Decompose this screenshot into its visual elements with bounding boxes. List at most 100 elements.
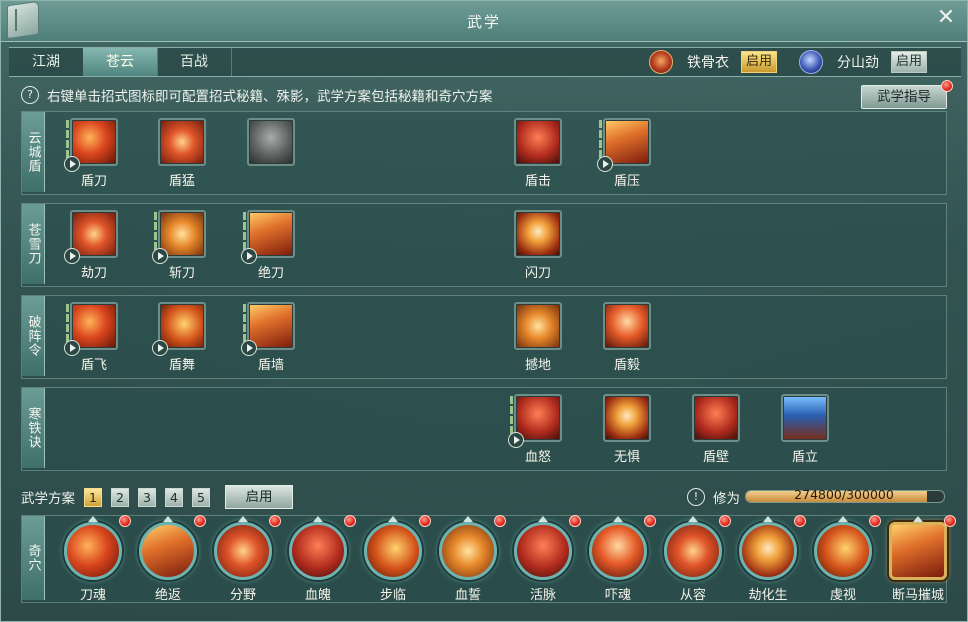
play-icon[interactable] — [597, 156, 613, 172]
qixue-point[interactable]: 血誓 — [435, 515, 506, 603]
play-icon[interactable] — [64, 340, 80, 356]
qixue-icon[interactable] — [664, 515, 731, 580]
skill-slot[interactable]: 盾飞 — [64, 302, 124, 373]
qixue-icon[interactable] — [739, 515, 806, 580]
qixue-icon[interactable] — [439, 515, 506, 580]
skill-icon[interactable] — [152, 210, 206, 264]
help-icon[interactable]: ? — [21, 86, 39, 104]
play-icon[interactable] — [152, 340, 168, 356]
skill-slot[interactable]: 盾刀 — [64, 118, 124, 189]
play-icon[interactable] — [64, 248, 80, 264]
skill-icon[interactable] — [597, 118, 651, 172]
info-icon[interactable]: ! — [687, 488, 705, 506]
expand-arrow-icon[interactable] — [763, 516, 773, 522]
skill-icon[interactable] — [514, 210, 562, 258]
skill-slot[interactable]: 盾壁 — [686, 394, 746, 465]
qixue-point[interactable]: 劫化生 — [735, 515, 806, 603]
expand-arrow-icon[interactable] — [163, 516, 173, 522]
plan-apply-button[interactable]: 启用 — [225, 485, 293, 509]
skill-icon[interactable] — [692, 394, 740, 442]
qixue-point[interactable]: 活脉 — [510, 515, 581, 603]
skill-slot[interactable]: 无惧 — [597, 394, 657, 465]
qixue-icon[interactable] — [64, 515, 131, 580]
play-icon[interactable] — [64, 156, 80, 172]
expand-arrow-icon[interactable] — [463, 516, 473, 522]
qixue-icon[interactable] — [514, 515, 581, 580]
expand-arrow-icon[interactable] — [613, 516, 623, 522]
qixue-icon[interactable] — [289, 515, 356, 580]
expand-arrow-icon[interactable] — [313, 516, 323, 522]
skill-slot[interactable]: 斩刀 — [152, 210, 212, 281]
skill-slot-locked[interactable] — [241, 118, 301, 170]
expand-arrow-icon[interactable] — [913, 516, 923, 522]
skill-slot[interactable]: 闪刀 — [508, 210, 568, 281]
expand-arrow-icon[interactable] — [838, 516, 848, 522]
qixue-point[interactable]: 分野 — [210, 515, 281, 603]
skill-icon[interactable] — [603, 302, 651, 350]
skill-icon[interactable] — [781, 394, 829, 442]
qixue-point[interactable]: 从容 — [660, 515, 731, 603]
plan-number-1[interactable]: 1 — [84, 487, 102, 507]
skill-label: 盾压 — [613, 174, 640, 189]
skill-slot[interactable]: 血怒 — [508, 394, 568, 465]
qixue-icon[interactable] — [889, 515, 956, 580]
martial-guide-button[interactable]: 武学指导 — [861, 85, 947, 109]
qixue-icon[interactable] — [589, 515, 656, 580]
qixue-point[interactable]: 断马摧城 — [885, 515, 956, 603]
skill-icon[interactable] — [603, 394, 651, 442]
qixue-icon[interactable] — [214, 515, 281, 580]
expand-arrow-icon[interactable] — [88, 516, 98, 522]
qixue-point[interactable]: 绝返 — [135, 515, 206, 603]
plan-number-4[interactable]: 4 — [165, 487, 183, 507]
expand-arrow-icon[interactable] — [688, 516, 698, 522]
play-icon[interactable] — [508, 432, 524, 448]
skill-icon[interactable] — [241, 210, 295, 264]
skill-slot[interactable]: 撼地 — [508, 302, 568, 373]
expand-arrow-icon[interactable] — [238, 516, 248, 522]
skill-slot[interactable]: 盾猛 — [152, 118, 212, 189]
play-icon[interactable] — [241, 340, 257, 356]
title-bar[interactable]: 武学 ✕ — [1, 0, 967, 42]
play-icon[interactable] — [241, 248, 257, 264]
tab-baizhan[interactable]: 百战 — [157, 48, 232, 76]
skill-icon[interactable] — [158, 118, 206, 166]
skill-icon[interactable] — [514, 302, 562, 350]
plan-number-2[interactable]: 2 — [111, 487, 129, 507]
play-icon[interactable] — [152, 248, 168, 264]
close-icon[interactable]: ✕ — [935, 7, 957, 29]
skill-slot[interactable]: 绝刀 — [241, 210, 301, 281]
skill-slot[interactable]: 劫刀 — [64, 210, 124, 281]
skill-icon[interactable] — [64, 210, 118, 264]
qixue-icon[interactable] — [814, 515, 881, 580]
qixue-icon[interactable] — [364, 515, 431, 580]
xinfa-name: 分山劲 — [837, 55, 879, 71]
qixue-point[interactable]: 血魄 — [285, 515, 356, 603]
plan-number-5[interactable]: 5 — [192, 487, 210, 507]
skill-icon[interactable] — [64, 118, 118, 172]
skill-slot[interactable]: 盾压 — [597, 118, 657, 189]
tab-cangyun[interactable]: 苍云 — [83, 48, 158, 76]
locked-skill-icon[interactable] — [247, 118, 295, 166]
tab-jianghu[interactable]: 江湖 — [9, 48, 84, 76]
skill-slot[interactable]: 盾毅 — [597, 302, 657, 373]
xinfa-apply-button[interactable]: 启用 — [891, 51, 927, 73]
skill-slot[interactable]: 盾墙 — [241, 302, 301, 373]
skill-slot[interactable]: 盾立 — [775, 394, 835, 465]
qixue-point[interactable]: 虔视 — [810, 515, 881, 603]
qixue-point[interactable]: 吓魂 — [585, 515, 656, 603]
qixue-icon[interactable] — [139, 515, 206, 580]
plan-number-3[interactable]: 3 — [138, 487, 156, 507]
xinfa-apply-button[interactable]: 启用 — [741, 51, 777, 73]
qixue-point[interactable]: 步临 — [360, 515, 431, 603]
skill-slot[interactable]: 盾击 — [508, 118, 568, 189]
skill-slot[interactable]: 盾舞 — [152, 302, 212, 373]
skill-icon[interactable] — [64, 302, 118, 356]
qixue-point[interactable]: 刀魂 — [60, 515, 131, 603]
skill-icon[interactable] — [241, 302, 295, 356]
skill-icon[interactable] — [514, 118, 562, 166]
skill-row-hantiejue: 寒铁诀 血怒 无惧 盾壁 盾立 — [21, 387, 947, 471]
skill-icon[interactable] — [508, 394, 562, 448]
skill-icon[interactable] — [152, 302, 206, 356]
expand-arrow-icon[interactable] — [538, 516, 548, 522]
expand-arrow-icon[interactable] — [388, 516, 398, 522]
